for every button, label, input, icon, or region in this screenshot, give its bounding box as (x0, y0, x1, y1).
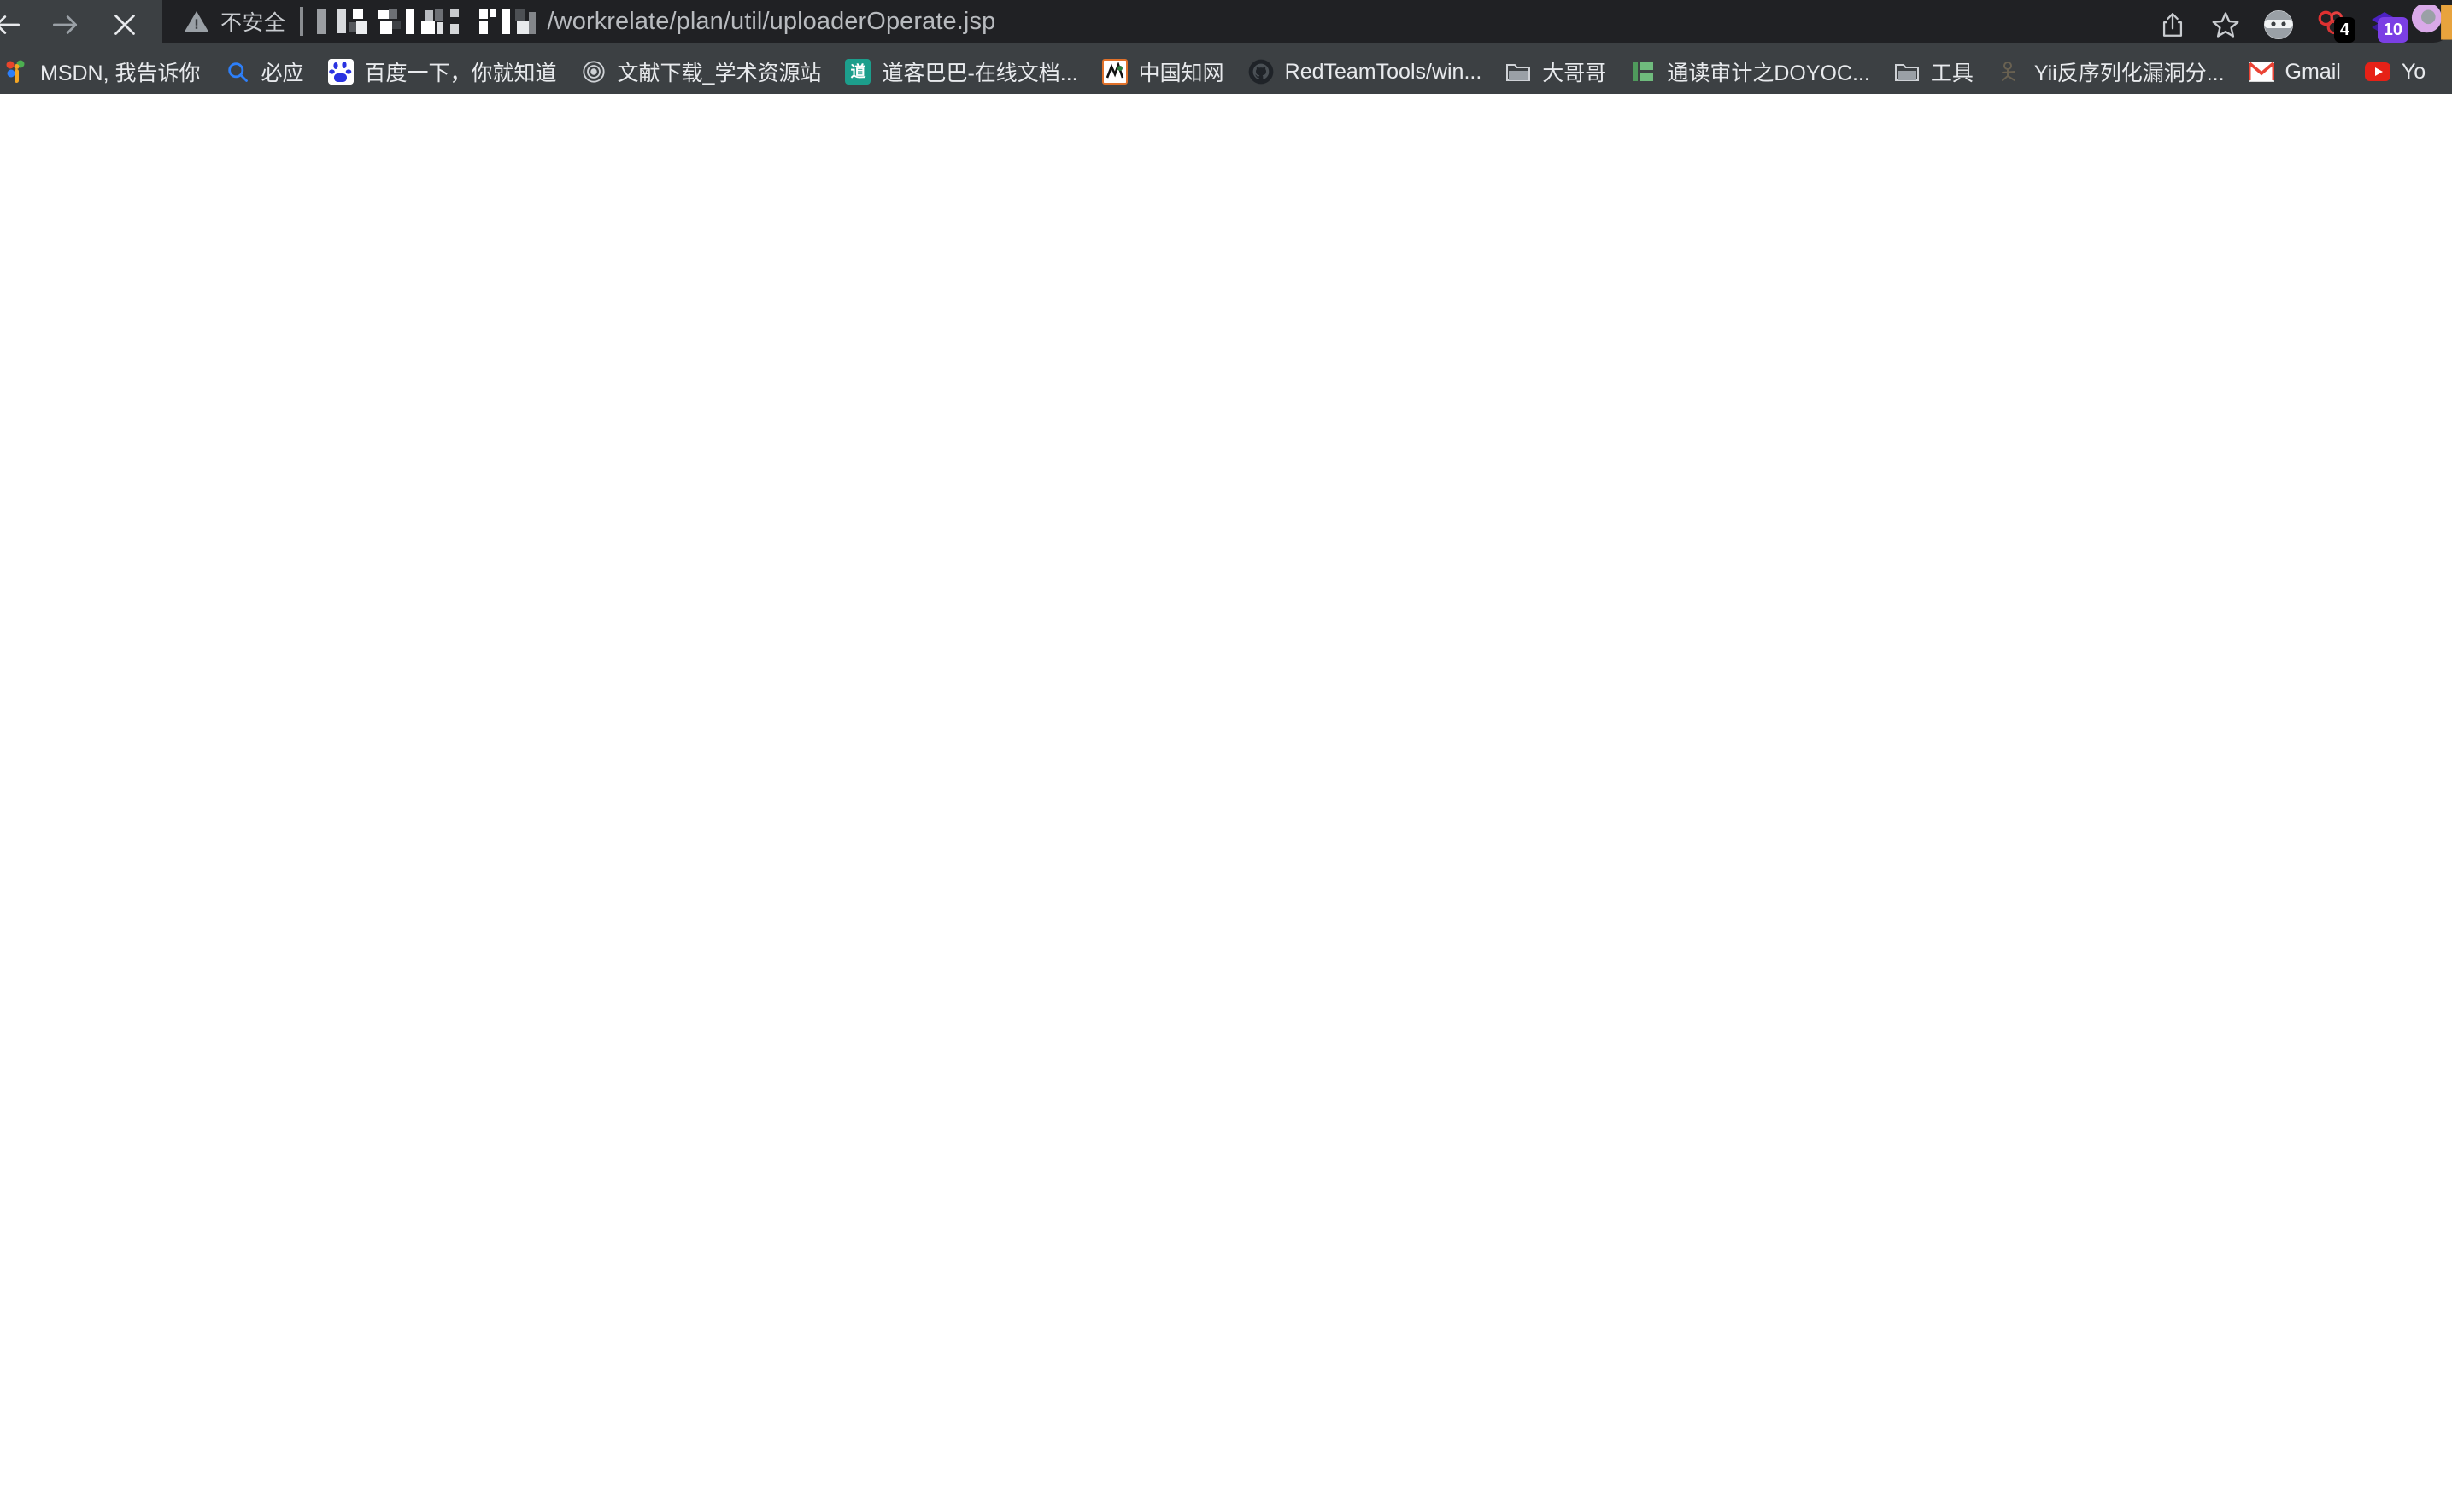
bookmark-yii[interactable]: Yii反序列化漏洞分... (1986, 51, 2237, 92)
yii-icon (1997, 59, 2023, 85)
document-icon (581, 59, 607, 85)
security-status[interactable]: 不安全 (183, 6, 286, 37)
url-path-text: /workrelate/plan/util/uploaderOperate.js… (547, 7, 996, 35)
bookmark-label: 大哥哥 (1542, 62, 1607, 85)
folder-icon (1505, 59, 1531, 85)
share-icon (2162, 13, 2183, 37)
bookmark-gmail[interactable]: Gmail (2237, 54, 2353, 90)
bing-icon (225, 59, 250, 85)
bookmark-label: 道客巴巴-在线文档... (882, 62, 1078, 85)
mosaic-redaction-icon (316, 9, 536, 34)
profile-avatar-icon (2264, 10, 2293, 39)
bookmark-label: 通读审计之DOYOC... (1667, 62, 1870, 85)
stop-loading-button[interactable] (97, 0, 152, 50)
book-icon (1630, 59, 1656, 85)
bookmark-youtube[interactable]: Yo (2353, 54, 2437, 90)
extension-purple-badge: 10 (2377, 17, 2408, 43)
forward-button[interactable] (38, 0, 92, 50)
bookmark-folder-tools[interactable]: 工具 (1882, 51, 1986, 92)
bookmark-label: 必应 (261, 62, 304, 85)
github-icon (1248, 59, 1274, 85)
bookmark-doyoc[interactable]: 通读审计之DOYOC... (1618, 51, 1882, 92)
bookmark-label: 百度一下，你就知道 (364, 62, 557, 85)
bookmark-label: MSDN, 我告诉你 (40, 62, 201, 85)
gmail-icon (2248, 59, 2274, 85)
omnibox-separator (299, 7, 303, 36)
profile-avatar-button[interactable] (2252, 0, 2305, 50)
bookmark-label: Yii反序列化漏洞分... (2033, 62, 2225, 85)
security-label: 不安全 (220, 11, 286, 35)
bookmark-label: Gmail (2285, 59, 2341, 84)
bookmark-baidu[interactable]: 百度一下，你就知道 (316, 51, 569, 92)
extension-red-button[interactable]: 4 (2305, 0, 2358, 50)
bookmarks-bar: MSDN, 我告诉你 必应 百度一下，你就知道 文献下载_学术资源站 道 道客巴… (0, 50, 2452, 94)
msdn-icon (3, 59, 29, 85)
address-bar[interactable]: 不安全 /workrelate/plan/util/uploaderOperat… (162, 0, 2452, 43)
bookmark-folder-dagege[interactable]: 大哥哥 (1493, 51, 1618, 92)
bookmark-docin[interactable]: 道 道客巴巴-在线文档... (833, 51, 1089, 92)
bookmark-label: Yo (2401, 59, 2426, 84)
cnki-icon (1101, 59, 1128, 85)
arrow-right-icon (52, 15, 78, 34)
warning-triangle-icon (185, 11, 208, 32)
toolbar-actions: 4 10 (2146, 0, 2452, 50)
bookmark-bing[interactable]: 必应 (213, 51, 316, 92)
extension-partial-button[interactable] (2411, 0, 2452, 50)
bookmark-github[interactable]: RedTeamTools/win... (1236, 54, 1494, 90)
extension-red-badge: 4 (2333, 17, 2355, 43)
bookmark-label: RedTeamTools/win... (1284, 59, 1482, 84)
bookmark-document-download[interactable]: 文献下载_学术资源站 (569, 51, 834, 92)
redacted-hostname (316, 7, 546, 36)
extension-purple-button[interactable]: 10 (2358, 0, 2411, 50)
bookmark-msdn[interactable]: MSDN, 我告诉你 (0, 51, 213, 92)
bookmark-label: 文献下载_学术资源站 (617, 62, 822, 85)
docin-icon: 道 (845, 59, 871, 85)
close-x-icon (114, 15, 135, 35)
folder-icon (1894, 59, 1920, 85)
bookmark-label: 中国知网 (1138, 62, 1224, 85)
bookmark-star-button[interactable] (2199, 0, 2252, 50)
bookmark-star-icon (2212, 12, 2239, 38)
baidu-icon (327, 59, 354, 85)
bookmark-cnki[interactable]: 中国知网 (1090, 51, 1236, 92)
extension-partial-icon (2411, 5, 2452, 40)
youtube-icon (2364, 59, 2390, 85)
page-viewport (0, 94, 2452, 1512)
back-button[interactable] (0, 0, 34, 50)
arrow-left-icon (0, 15, 21, 34)
bookmark-label: 工具 (1930, 62, 1974, 85)
share-button[interactable] (2146, 0, 2199, 50)
browser-chrome: 不安全 /workrelate/plan/util/uploaderOperat… (0, 0, 2452, 94)
browser-toolbar: 不安全 /workrelate/plan/util/uploaderOperat… (0, 0, 2452, 50)
